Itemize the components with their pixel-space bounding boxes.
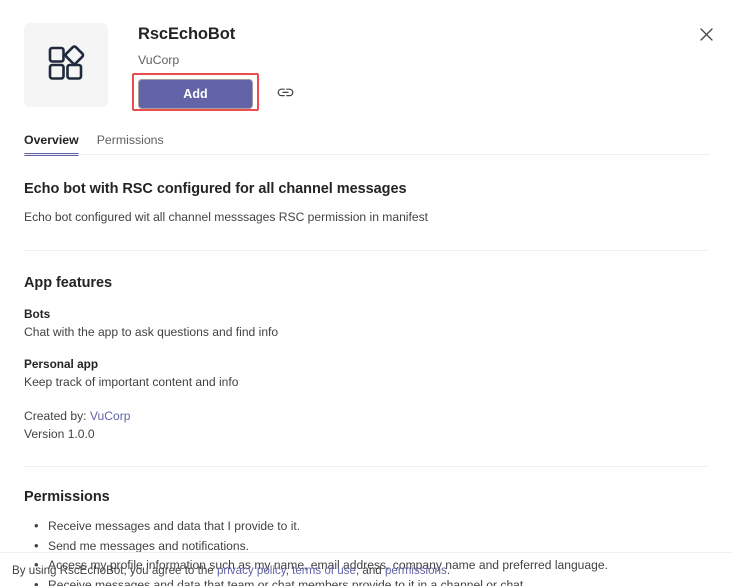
footer-suffix-text: .	[446, 564, 451, 577]
tab-overview[interactable]: Overview	[24, 133, 79, 156]
terms-of-use-link[interactable]: terms of use	[292, 564, 356, 577]
add-button[interactable]: Add	[138, 79, 253, 109]
app-publisher: VuCorp	[138, 53, 180, 67]
overview-description: Echo bot configured wit all channel mess…	[24, 210, 428, 224]
tab-permissions[interactable]: Permissions	[97, 133, 164, 155]
feature-description: Keep track of important content and info	[24, 375, 239, 389]
legal-footer: By using RscEchoBot, you agree to the pr…	[12, 563, 450, 579]
permission-item: Receive messages and data that I provide…	[34, 516, 708, 537]
privacy-policy-link[interactable]: privacy policy	[217, 564, 286, 577]
created-by-label: Created by:	[24, 409, 87, 423]
feature-description: Chat with the app to ask questions and f…	[24, 325, 279, 339]
copy-link-button[interactable]	[275, 84, 295, 104]
feature-name: Bots	[24, 307, 51, 321]
created-by-line: Created by: VuCorp	[24, 407, 708, 425]
feature-name: Personal app	[24, 357, 99, 371]
footer-prefix-text: By using RscEchoBot, you agree to the	[12, 564, 217, 577]
header-actions: Add	[132, 73, 708, 111]
close-icon	[699, 27, 713, 41]
app-meta: Created by: VuCorp Version 1.0.0	[24, 407, 708, 443]
app-title: RscEchoBot	[138, 25, 236, 43]
app-features-heading: App features	[24, 275, 113, 291]
created-by-link[interactable]: VuCorp	[90, 409, 131, 423]
permissions-link[interactable]: permissions	[385, 564, 447, 577]
link-icon	[277, 84, 294, 104]
footer-separator-2: , and	[355, 564, 385, 577]
permissions-heading: Permissions	[24, 489, 110, 505]
footer-divider	[0, 552, 732, 553]
version-line: Version 1.0.0	[24, 427, 95, 441]
feature-item: Personal app Keep track of important con…	[24, 356, 708, 391]
tab-bar-divider	[24, 154, 710, 155]
overview-heading: Echo bot with RSC configured for all cha…	[24, 181, 407, 197]
dialog-content: Echo bot with RSC configured for all cha…	[0, 181, 732, 586]
close-button[interactable]	[694, 22, 718, 46]
tab-bar: Overview Permissions	[0, 133, 732, 156]
divider-after-features	[24, 466, 708, 467]
header-info: RscEchoBot VuCorp Add	[132, 22, 708, 111]
app-details-dialog: RscEchoBot VuCorp Add Overview Permissio…	[0, 0, 732, 586]
divider-after-overview	[24, 250, 708, 251]
apps-grid-icon	[44, 41, 88, 90]
permission-item: Send me messages and notifications.	[34, 536, 708, 557]
app-icon-container	[24, 23, 108, 107]
feature-item: Bots Chat with the app to ask questions …	[24, 306, 708, 341]
dialog-header: RscEchoBot VuCorp Add	[0, 0, 732, 111]
